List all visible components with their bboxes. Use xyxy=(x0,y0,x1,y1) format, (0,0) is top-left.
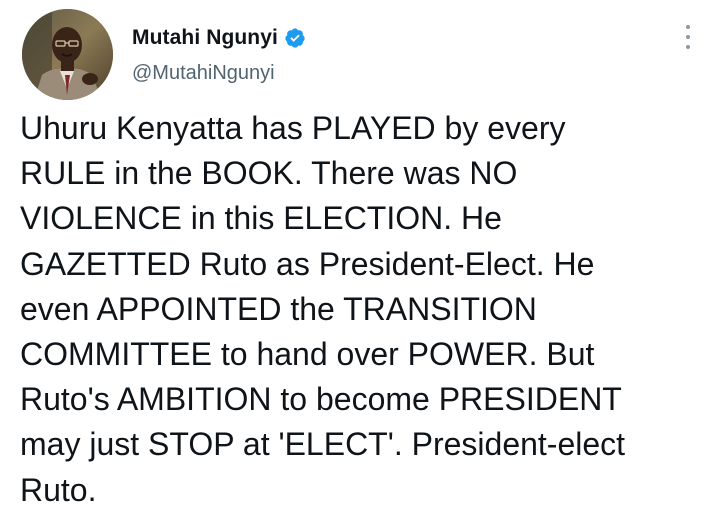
author-handle[interactable]: @MutahiNgunyi xyxy=(132,62,275,85)
more-dot xyxy=(686,35,690,39)
more-dot xyxy=(686,45,690,49)
author-display-name[interactable]: Mutahi Ngunyi xyxy=(132,26,278,50)
verified-badge-icon xyxy=(284,27,306,49)
avatar-photo xyxy=(22,9,113,100)
more-options-icon[interactable] xyxy=(682,25,694,49)
more-dot xyxy=(686,25,690,29)
tweet-card: Mutahi Ngunyi @MutahiNgunyi Uhuru Kenyat… xyxy=(0,0,720,514)
avatar[interactable] xyxy=(22,9,113,100)
author-name-row[interactable]: Mutahi Ngunyi xyxy=(132,25,306,51)
tweet-text: Uhuru Kenyatta has PLAYED by every RULE … xyxy=(20,110,626,508)
